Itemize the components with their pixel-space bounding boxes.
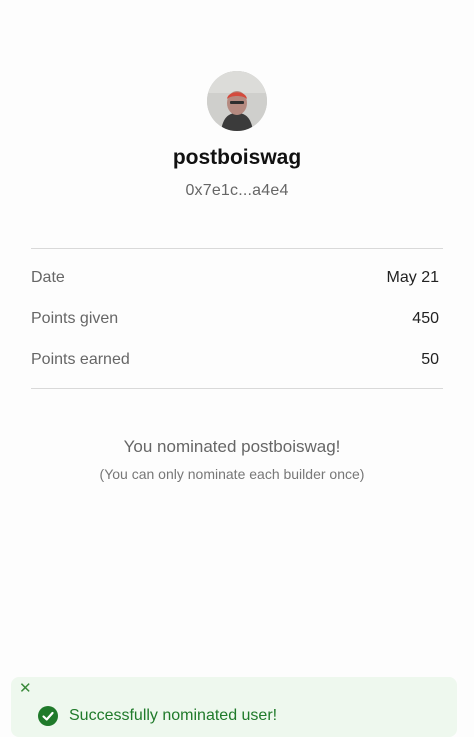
wallet-address: 0x7e1c...a4e4 — [185, 182, 289, 199]
divider-bottom — [31, 388, 443, 389]
stat-label: Points earned — [31, 351, 130, 368]
close-icon[interactable]: ✕ — [19, 681, 32, 697]
stat-value: 50 — [421, 351, 439, 368]
profile-username: postboiswag — [172, 146, 302, 169]
check-circle-icon — [38, 706, 58, 726]
stat-row-points-given: Points given 450 — [31, 307, 439, 331]
stat-row-date: Date May 21 — [31, 266, 439, 290]
stat-label: Date — [31, 269, 65, 286]
stat-value: May 21 — [386, 269, 439, 286]
divider-top — [31, 248, 443, 249]
stat-value: 450 — [412, 310, 439, 327]
avatar — [207, 71, 267, 131]
stat-row-points-earned: Points earned 50 — [31, 348, 439, 372]
user-avatar-image — [207, 71, 267, 131]
success-toast: ✕ Successfully nominated user! — [11, 677, 457, 737]
nomination-note: (You can only nominate each builder once… — [99, 466, 365, 482]
stat-label: Points given — [31, 310, 119, 327]
toast-message: Successfully nominated user! — [69, 707, 278, 724]
nomination-message: You nominated postboiswag! — [123, 437, 341, 456]
